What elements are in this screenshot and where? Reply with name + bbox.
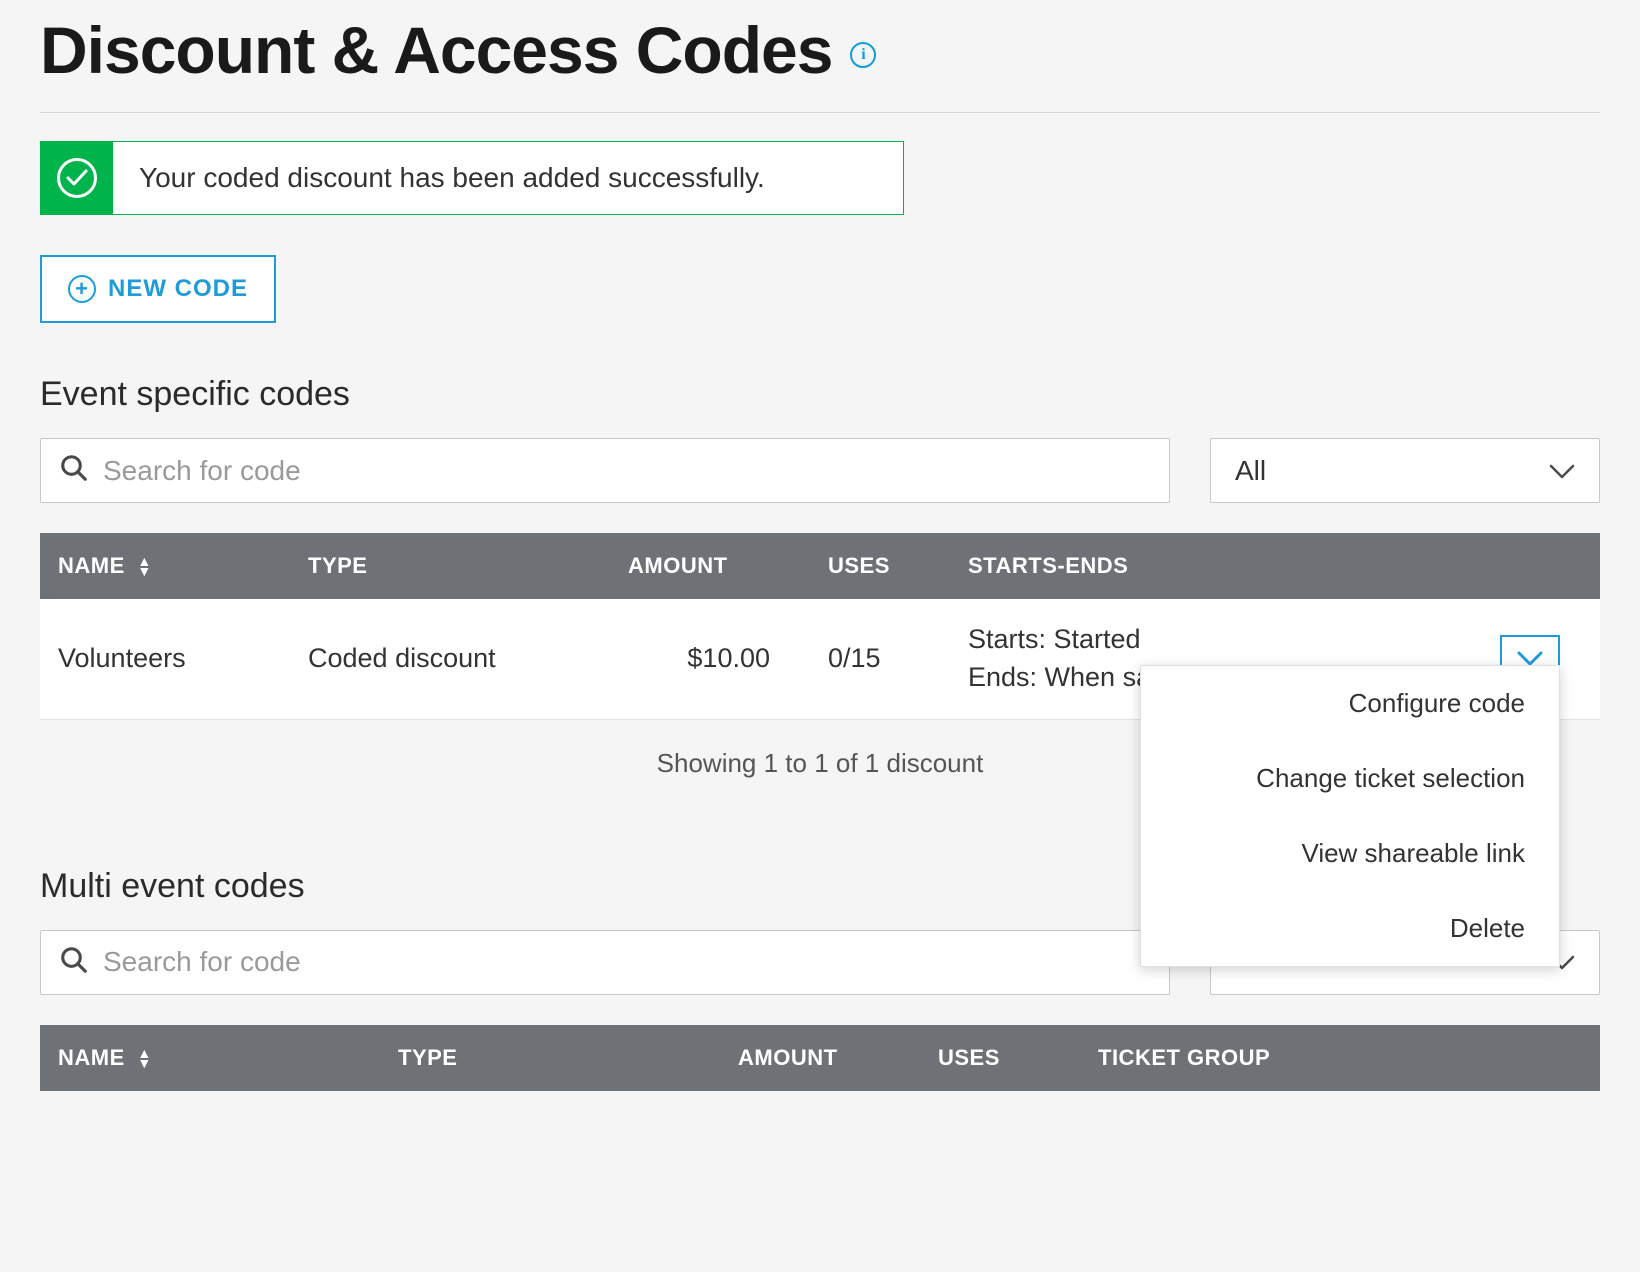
menu-change-ticket-selection[interactable]: Change ticket selection: [1141, 741, 1559, 816]
multi-codes-table: NAME ▲▼ TYPE AMOUNT USES TICKET GROUP: [40, 1025, 1600, 1091]
chevron-down-icon: [1549, 455, 1575, 487]
event-filter-select[interactable]: All: [1210, 438, 1600, 503]
table-row: Volunteers Coded discount $10.00 0/15 St…: [40, 599, 1600, 719]
sort-icon: ▲▼: [137, 557, 151, 577]
alert-icon-box: [41, 142, 113, 214]
event-codes-heading: Event specific codes: [40, 375, 1600, 414]
filter-selected-value: All: [1235, 455, 1266, 487]
col-amount: AMOUNT: [720, 1025, 920, 1091]
col-uses: USES: [810, 533, 950, 599]
col-name[interactable]: NAME ▲▼: [40, 533, 290, 599]
col-actions: [1500, 1025, 1600, 1091]
page-divider: [40, 112, 1600, 113]
multi-search-input[interactable]: [103, 946, 1151, 978]
col-ticket-group: TICKET GROUP: [1080, 1025, 1500, 1091]
event-codes-table: NAME ▲▼ TYPE AMOUNT USES STARTS-ENDS Vol…: [40, 533, 1600, 720]
multi-search-box[interactable]: [40, 930, 1170, 995]
new-code-button[interactable]: + NEW CODE: [40, 255, 276, 323]
starts-text: Starts: Started: [968, 621, 1462, 659]
cell-amount: $10.00: [610, 599, 810, 719]
search-icon: [59, 945, 89, 980]
sort-icon: ▲▼: [137, 1049, 151, 1069]
col-name[interactable]: NAME ▲▼: [40, 1025, 380, 1091]
info-icon[interactable]: i: [850, 42, 876, 68]
col-type: TYPE: [290, 533, 610, 599]
menu-view-shareable-link[interactable]: View shareable link: [1141, 816, 1559, 891]
event-search-input[interactable]: [103, 455, 1151, 487]
page-title: Discount & Access Codes: [40, 12, 832, 88]
col-uses: USES: [920, 1025, 1080, 1091]
cell-name: Volunteers: [40, 599, 290, 719]
col-type: TYPE: [380, 1025, 720, 1091]
page-title-row: Discount & Access Codes i: [40, 0, 1600, 88]
col-starts-ends: STARTS-ENDS: [950, 533, 1480, 599]
alert-message: Your coded discount has been added succe…: [113, 142, 791, 214]
menu-delete[interactable]: Delete: [1141, 891, 1559, 966]
cell-type: Coded discount: [290, 599, 610, 719]
search-icon: [59, 453, 89, 488]
new-code-label: NEW CODE: [108, 275, 248, 303]
cell-uses: 0/15: [810, 599, 950, 719]
plus-icon: +: [68, 275, 96, 303]
row-actions-menu: Configure code Change ticket selection V…: [1140, 665, 1560, 967]
checkmark-icon: [57, 158, 97, 198]
success-alert: Your coded discount has been added succe…: [40, 141, 904, 215]
col-amount: AMOUNT: [610, 533, 810, 599]
col-actions: [1480, 533, 1600, 599]
event-search-box[interactable]: [40, 438, 1170, 503]
menu-configure-code[interactable]: Configure code: [1141, 666, 1559, 741]
